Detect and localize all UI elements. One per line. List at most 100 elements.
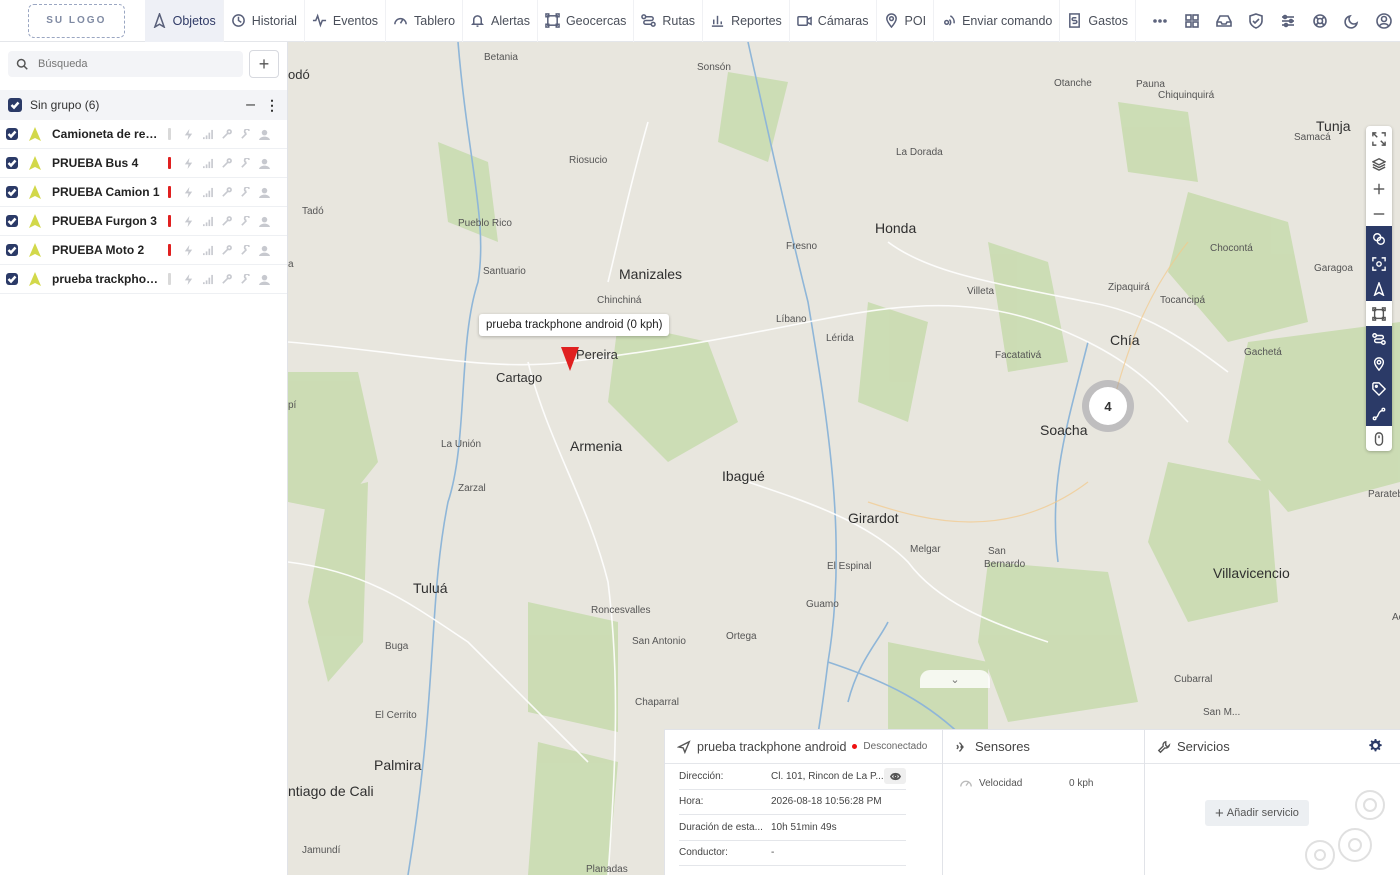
bottom-panel-toggle[interactable]: ⌄ [920,670,990,688]
object-list: Camioneta de rep... PRUEBA Bus 4 PRUEBA Ca… [0,120,287,294]
object-row[interactable]: PRUEBA Bus 4 [0,149,287,178]
detail-value: 10h 51min 49s [771,821,837,833]
services-settings-button[interactable] [1369,739,1382,755]
search-box[interactable] [8,51,243,77]
city-label: Santuario [483,266,526,277]
tag-button[interactable] [1366,376,1392,401]
gears-decoration-icon [1305,790,1385,870]
cluster-toggle-icon [1373,232,1385,245]
add-service-button[interactable]: + Añadir servicio [1205,800,1309,826]
object-name: PRUEBA Furgon 3 [52,214,157,228]
user-button[interactable] [1368,0,1400,42]
zoom-in-button[interactable] [1366,176,1392,201]
object-row[interactable]: Camioneta de rep... [0,120,287,149]
object-checkbox[interactable] [6,128,18,140]
nav-camera[interactable]: Cámaras [790,0,877,42]
collapse-group-button[interactable]: – [246,96,255,114]
vehicle-arrow-icon [29,156,41,170]
grid-button[interactable] [1176,0,1208,42]
user-icon [1376,12,1392,29]
object-checkbox[interactable] [6,215,18,227]
search-input[interactable] [38,58,218,70]
show-address-button[interactable] [884,768,906,785]
city-label: Manizales [619,266,683,282]
geofences-toggle-button[interactable] [1366,301,1392,326]
nav-pin[interactable]: POI [877,0,935,42]
city-label: Samacá [1294,132,1331,143]
city-label: Bernardo [984,559,1026,570]
sensors-header: Sensores [943,730,1144,764]
routes-toggle-button[interactable] [1366,326,1392,351]
city-label: Ortega [726,631,757,642]
object-row[interactable]: PRUEBA Furgon 3 [0,207,287,236]
cluster-toggle-button[interactable] [1366,226,1392,251]
object-status-icons [183,243,270,256]
add-object-button[interactable]: + [249,50,279,78]
nav-route[interactable]: Rutas [634,0,704,42]
moon-button[interactable] [1336,0,1368,42]
support-button[interactable] [1304,0,1336,42]
inbox-button[interactable] [1208,0,1240,42]
nav-label: POI [904,13,927,28]
object-checkbox[interactable] [6,157,18,169]
shield-button[interactable] [1240,0,1272,42]
path-button[interactable] [1366,401,1392,426]
nav-activity[interactable]: Eventos [305,0,387,42]
poi-toggle-button[interactable] [1366,351,1392,376]
map-toolbar [1366,126,1392,451]
group-checkbox[interactable] [8,98,22,112]
detail-label: Duración de esta... [679,821,763,833]
object-row[interactable]: PRUEBA Moto 2 [0,236,287,265]
fullscreen-icon [1372,131,1386,146]
object-row[interactable]: PRUEBA Camion 1 [0,178,287,207]
nav-navigation[interactable]: Objetos [144,0,224,42]
focus-button[interactable] [1366,251,1392,276]
nav-label: Rutas [662,13,696,28]
zoom-out-button[interactable] [1366,201,1392,226]
detail-row: Conductor: - [679,841,906,866]
sliders-button[interactable] [1272,0,1304,42]
cluster-marker[interactable]: 4 [1082,380,1134,432]
detail-label: Hora: [679,796,704,808]
group-menu-button[interactable]: ⋮ [265,97,279,114]
fullscreen-button[interactable] [1366,126,1392,151]
pin-icon [885,13,897,28]
history-icon [231,14,245,27]
city-label: Facatativá [995,350,1042,361]
ignition-icon [183,157,194,169]
object-status-icons [183,272,270,285]
more-button[interactable] [1144,0,1176,42]
mouse-button[interactable] [1366,426,1392,451]
object-checkbox[interactable] [6,244,18,256]
mouse-icon [1374,431,1384,446]
nav-expenses[interactable]: Gastos [1060,0,1136,42]
object-checkbox[interactable] [6,273,18,285]
nav-gauge[interactable]: Tablero [386,0,464,42]
city-label: Buga [385,641,409,652]
layers-button[interactable] [1366,151,1392,176]
group-row[interactable]: Sin grupo (6) – ⋮ [0,90,287,120]
city-label: Gachetá [1244,347,1282,358]
nav-bell[interactable]: Alertas [463,0,538,42]
object-row[interactable]: prueba trackphon... [0,265,287,294]
nav-bar-chart[interactable]: Reportes [703,0,790,42]
nav-history[interactable]: Historial [224,0,305,42]
city-label: Armenia [570,438,623,454]
city-label: pí [288,400,297,411]
details-rows: Dirección: Cl. 101, Rincon de La P... Hora… [665,764,942,866]
city-label: El Cerrito [375,710,417,721]
sensor-row: Velocidad 0 kph [943,764,1144,802]
city-label: Cartago [496,370,543,385]
object-name: PRUEBA Camion 1 [52,185,160,199]
driver-icon [259,129,270,140]
route-icon [641,14,657,27]
city-label: Pauna [1136,79,1165,90]
nav-send-command[interactable]: Enviar comando [934,0,1061,42]
city-label: Riosucio [569,155,608,166]
objects-toggle-button[interactable] [1366,276,1392,301]
city-label: Garagoa [1314,263,1353,274]
shield-icon [1249,12,1263,29]
object-checkbox[interactable] [6,186,18,198]
nav-geofence[interactable]: Geocercas [538,0,635,42]
object-marker-icon[interactable] [561,347,579,371]
